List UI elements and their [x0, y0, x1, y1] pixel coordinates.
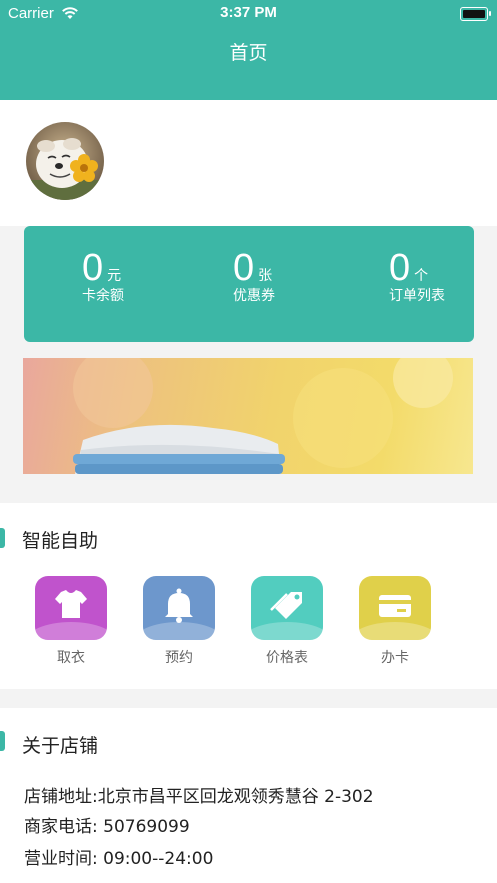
section-title: 关于店铺 [22, 735, 99, 757]
stat-label: 卡余额 [82, 288, 124, 304]
store-address: 店铺地址:北京市昌平区回龙观领秀慧谷 2-302 [24, 787, 374, 807]
service-label: 价格表 [266, 650, 308, 666]
stat-value: 0 [389, 247, 411, 289]
service-price-list-button[interactable]: 价格表 [251, 576, 323, 667]
service-appointment-button[interactable]: 预约 [143, 576, 215, 667]
section-accent-bar [0, 528, 5, 548]
service-pickup-button[interactable]: 取衣 [35, 576, 107, 667]
service-label: 取衣 [57, 650, 85, 666]
card-icon [379, 595, 411, 617]
profile-area [0, 100, 497, 226]
stat-value: 0 [82, 247, 104, 289]
smart-service-section: 智能自助 取衣 预约 价格表 办卡 [0, 503, 497, 689]
status-time: 3:37 PM [220, 4, 277, 21]
shirt-icon [55, 590, 87, 618]
promo-banner[interactable] [23, 358, 473, 474]
battery-icon [460, 7, 491, 21]
service-label: 预约 [165, 650, 193, 666]
stat-label: 优惠券 [233, 288, 275, 304]
price-tag-icon [270, 592, 302, 619]
bell-icon [165, 588, 193, 623]
stat-unit: 元 [107, 268, 122, 284]
avatar[interactable] [26, 122, 104, 200]
section-accent-bar [0, 731, 5, 751]
store-hours: 营业时间: 09:00--24:00 [24, 849, 214, 869]
section-title: 智能自助 [22, 530, 99, 552]
store-info-section: 关于店铺 店铺地址:北京市昌平区回龙观领秀慧谷 2-302 商家电话: 5076… [0, 708, 497, 883]
service-label: 办卡 [381, 650, 409, 666]
stat-unit: 个 [414, 268, 429, 284]
status-bar: Carrier 3:37 PM [0, 3, 497, 25]
stat-orders[interactable]: 0个 订单列表 [389, 248, 497, 305]
stat-card-balance[interactable]: 0元 卡余额 [82, 248, 232, 305]
stat-label: 订单列表 [389, 288, 445, 304]
store-phone[interactable]: 商家电话: 50769099 [24, 812, 190, 837]
stat-value: 0 [233, 247, 255, 289]
page-title: 首页 [229, 42, 268, 64]
service-card-button[interactable]: 办卡 [359, 576, 431, 667]
stat-unit: 张 [258, 268, 273, 284]
nav-header: Carrier 3:37 PM 首页 [0, 0, 497, 100]
account-stats-card: 0元 卡余额 0张 优惠券 0个 订单列表 [24, 226, 474, 342]
stat-coupons[interactable]: 0张 优惠券 [233, 248, 383, 305]
